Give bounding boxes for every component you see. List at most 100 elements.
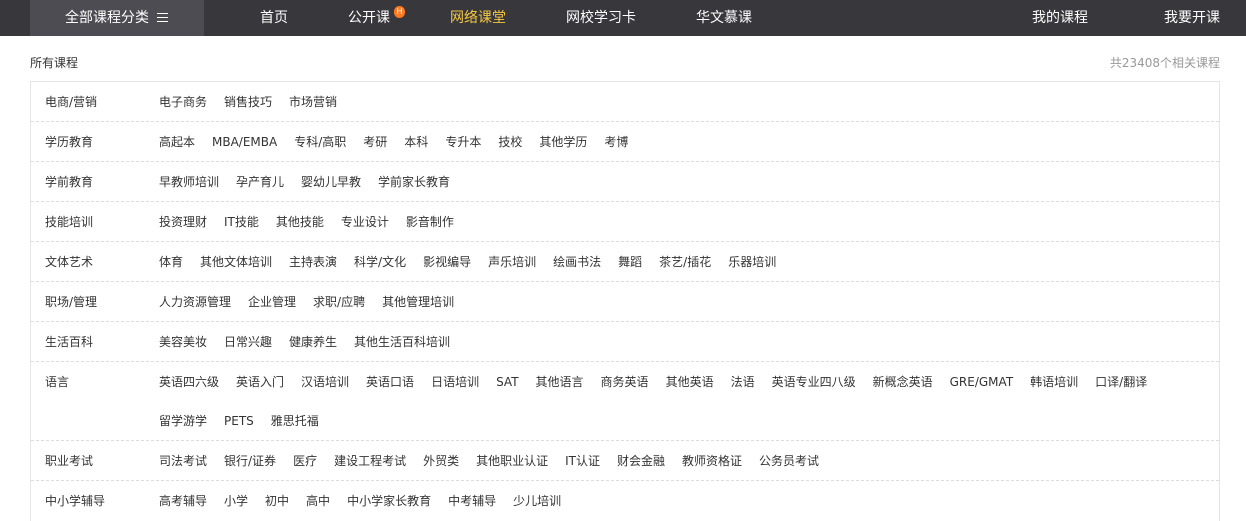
subcategory-link[interactable]: 中小学家长教育 (347, 493, 431, 509)
subcategory-link[interactable]: 英语入门 (236, 374, 284, 390)
category-row: 技能培训 投资理财 IT技能 其他技能 专业设计 影音制作 (31, 202, 1219, 242)
subcategory-link[interactable]: 人力资源管理 (159, 294, 231, 310)
subcategory-link[interactable]: GRE/GMAT (950, 374, 1014, 390)
subcategory-link[interactable]: 科学/文化 (354, 254, 406, 270)
category-label: 文体艺术 (45, 255, 94, 269)
subcategory-link[interactable]: 高中 (306, 493, 330, 509)
subcategory-link[interactable]: 早教师培训 (159, 174, 219, 190)
subcategory-link[interactable]: 销售技巧 (224, 94, 272, 110)
subcategory-link[interactable]: 考博 (604, 134, 628, 150)
subcategory-link[interactable]: 韩语培训 (1030, 374, 1078, 390)
subcategory-link[interactable]: 其他英语 (666, 374, 714, 390)
all-categories-button[interactable]: 全部课程分类 (30, 0, 204, 36)
subcategory-link[interactable]: IT技能 (224, 214, 259, 230)
subcategory-link[interactable]: 孕产育儿 (236, 174, 284, 190)
subcategory-link[interactable]: 英语专业四八级 (772, 374, 856, 390)
subcategory-link[interactable]: 高起本 (159, 134, 195, 150)
nav-mooc[interactable]: 华文慕课 (696, 0, 752, 36)
subcategory-link[interactable]: 银行/证券 (224, 453, 276, 469)
category-row: 生活百科 美容美妆 日常兴趣 健康养生 其他生活百科培训 (31, 322, 1219, 362)
category-tags: 人力资源管理 企业管理 求职/应聘 其他管理培训 (159, 294, 1199, 310)
subcategory-link[interactable]: 其他语言 (536, 374, 584, 390)
subcategory-link[interactable]: 留学游学 (159, 413, 207, 429)
subcategory-link[interactable]: 汉语培训 (301, 374, 349, 390)
subcategory-link[interactable]: 声乐培训 (488, 254, 536, 270)
subcategory-link[interactable]: 电子商务 (159, 94, 207, 110)
subcategory-link[interactable]: 其他学历 (539, 134, 587, 150)
subcategory-link[interactable]: 其他技能 (276, 214, 324, 230)
subcategory-link[interactable]: 美容美妆 (159, 334, 207, 350)
category-label: 学前教育 (45, 175, 94, 189)
nav-study-card[interactable]: 网校学习卡 (566, 0, 636, 36)
subcategory-link[interactable]: 新概念英语 (873, 374, 933, 390)
subcategory-link[interactable]: 技校 (498, 134, 522, 150)
nav-my-courses[interactable]: 我的课程 (1032, 0, 1088, 36)
nav-online-class[interactable]: 网络课堂 (450, 0, 506, 36)
subcategory-link[interactable]: 少儿培训 (513, 493, 561, 509)
category-tags: 高起本 MBA/EMBA 专科/高职 考研 本科 专升本 技校 其他学历 考博 (159, 134, 1199, 150)
subcategory-link[interactable]: 财会金融 (617, 453, 665, 469)
subcategory-link[interactable]: 其他管理培训 (382, 294, 454, 310)
category-row: 学前教育 早教师培训 孕产育儿 婴幼儿早教 学前家长教育 (31, 162, 1219, 202)
subcategory-link[interactable]: 口译/翻译 (1095, 374, 1147, 390)
subcategory-link[interactable]: 司法考试 (159, 453, 207, 469)
subcategory-link[interactable]: 市场营销 (289, 94, 337, 110)
subcategory-link[interactable]: 婴幼儿早教 (301, 174, 361, 190)
subcategory-link[interactable]: 雅思托福 (271, 413, 319, 429)
subcategory-link[interactable]: 建设工程考试 (334, 453, 406, 469)
subcategory-link[interactable]: 外贸类 (423, 453, 459, 469)
subcategory-link[interactable]: 主持表演 (289, 254, 337, 270)
subcategory-link[interactable]: 中考辅导 (448, 493, 496, 509)
subcategory-link[interactable]: 其他生活百科培训 (354, 334, 450, 350)
category-row: 文体艺术 体育 其他文体培训 主持表演 科学/文化 影视编导 声乐培训 绘画书法 舞蹈 茶艺/插… (31, 242, 1219, 282)
subcategory-link[interactable]: 高考辅导 (159, 493, 207, 509)
subcategory-link[interactable]: 茶艺/插花 (659, 254, 711, 270)
subcategory-link[interactable]: 专业设计 (341, 214, 389, 230)
subcategory-link[interactable]: 英语四六级 (159, 374, 219, 390)
subcategory-link[interactable]: 考研 (363, 134, 387, 150)
subcategory-link[interactable]: 其他文体培训 (200, 254, 272, 270)
subcategory-link[interactable]: 体育 (159, 254, 183, 270)
subcategory-link[interactable]: 乐器培训 (728, 254, 776, 270)
subcategory-link[interactable]: 日语培训 (431, 374, 479, 390)
subcategory-link[interactable]: 其他职业认证 (476, 453, 548, 469)
subcategory-link[interactable]: MBA/EMBA (212, 134, 277, 150)
subcategory-link[interactable]: 影音制作 (406, 214, 454, 230)
subcategory-link[interactable]: 医疗 (293, 453, 317, 469)
subcategory-link[interactable]: IT认证 (565, 453, 600, 469)
subcategory-link[interactable]: 舞蹈 (618, 254, 642, 270)
category-tags: 美容美妆 日常兴趣 健康养生 其他生活百科培训 (159, 334, 1199, 350)
subcategory-link[interactable]: 教师资格证 (682, 453, 742, 469)
subcategory-link[interactable]: 日常兴趣 (224, 334, 272, 350)
nav-open-course[interactable]: 公开课 (348, 0, 390, 36)
subcategory-link[interactable]: 专升本 (445, 134, 481, 150)
category-label: 电商/营销 (45, 95, 98, 109)
subcategory-link[interactable]: 影视编导 (423, 254, 471, 270)
subcategory-link[interactable]: 健康养生 (289, 334, 337, 350)
subcategory-link[interactable]: PETS (224, 413, 254, 429)
category-tags: 早教师培训 孕产育儿 婴幼儿早教 学前家长教育 (159, 174, 1199, 190)
subcategory-link[interactable]: 绘画书法 (553, 254, 601, 270)
subcategory-link[interactable]: SAT (496, 374, 518, 390)
category-label: 语言 (45, 375, 70, 389)
subcategory-link[interactable]: 初中 (265, 493, 289, 509)
nav-home[interactable]: 首页 (260, 0, 288, 36)
category-row: 中小学辅导 高考辅导 小学 初中 高中 中小学家长教育 中考辅导 少儿培训 (31, 481, 1219, 521)
subcategory-link[interactable]: 求职/应聘 (313, 294, 365, 310)
subcategory-link[interactable]: 公务员考试 (759, 453, 819, 469)
subcategory-link[interactable]: 专科/高职 (294, 134, 346, 150)
nav-teach-label: 我要开课 (1164, 10, 1220, 26)
subcategory-link[interactable]: 法语 (731, 374, 755, 390)
subcategory-link[interactable]: 企业管理 (248, 294, 296, 310)
category-label: 技能培训 (45, 215, 94, 229)
all-categories-label: 全部课程分类 (65, 10, 149, 26)
subcategory-link[interactable]: 商务英语 (601, 374, 649, 390)
breadcrumb: 所有课程 (30, 56, 79, 70)
nav-teach[interactable]: 我要开课 (1164, 0, 1220, 36)
category-row: 职业考试 司法考试 银行/证券 医疗 建设工程考试 外贸类 其他职业认证 IT认证 财会金融 教… (31, 441, 1219, 481)
subcategory-link[interactable]: 英语口语 (366, 374, 414, 390)
subcategory-link[interactable]: 投资理财 (159, 214, 207, 230)
subcategory-link[interactable]: 本科 (404, 134, 428, 150)
subcategory-link[interactable]: 小学 (224, 493, 248, 509)
subcategory-link[interactable]: 学前家长教育 (378, 174, 450, 190)
